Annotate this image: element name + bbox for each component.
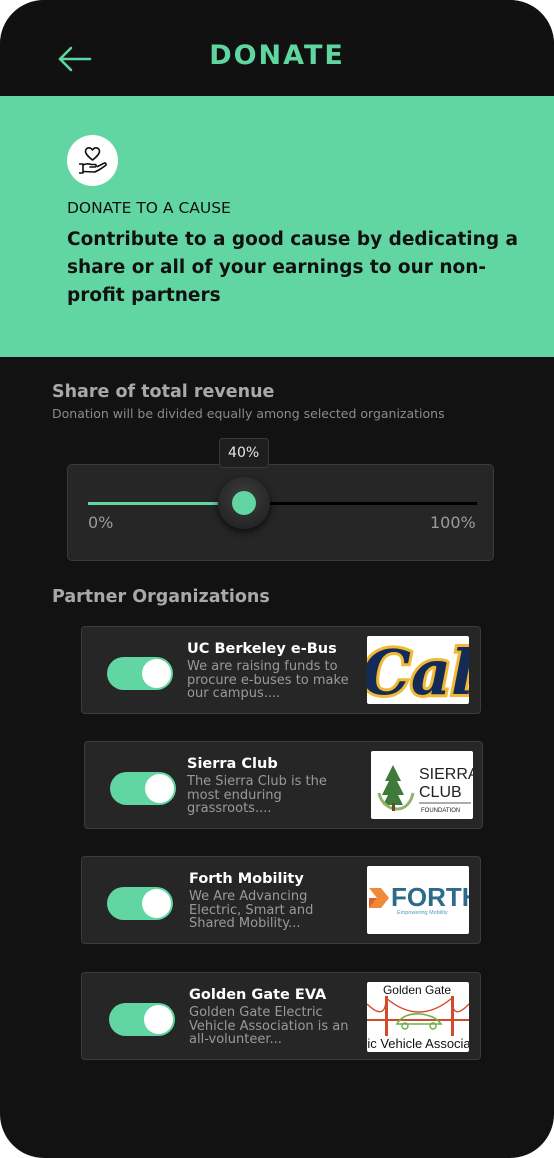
- partner-toggle[interactable]: [109, 1003, 175, 1036]
- partner-card-sierra-club: Sierra Club The Sierra Club is the most …: [84, 741, 483, 829]
- partner-card-uc-berkeley: UC Berkeley e-Bus We are raising funds t…: [81, 626, 481, 714]
- partner-card-forth-mobility: Forth Mobility We Are Advancing Electric…: [81, 856, 481, 944]
- toggle-knob: [145, 774, 174, 803]
- svg-text:SIERRA: SIERRA: [419, 766, 473, 783]
- slider-thumb[interactable]: [217, 477, 270, 529]
- hero-description: Contribute to a good cause by dedicating…: [67, 229, 518, 306]
- partner-description: We are raising funds to procure e-buses …: [187, 659, 349, 701]
- forth-logo: FORTH Empowering Mobility: [367, 866, 469, 934]
- partner-name: UC Berkeley e-Bus: [187, 641, 337, 657]
- toggle-knob: [142, 659, 171, 688]
- slider-max-label: 100%: [430, 513, 476, 532]
- partner-toggle[interactable]: [107, 887, 173, 920]
- cal-logo: Cal Cal: [367, 636, 469, 704]
- partner-card-golden-gate-eva: Golden Gate EVA Golden Gate Electric Veh…: [81, 972, 481, 1060]
- svg-text:Empowering Mobility: Empowering Mobility: [397, 910, 448, 916]
- toggle-knob: [142, 889, 171, 918]
- partner-name: Golden Gate EVA: [189, 987, 327, 1003]
- partner-toggle[interactable]: [110, 772, 176, 805]
- slider-value-tooltip: 40%: [218, 438, 269, 468]
- top-bar: DONATE: [0, 0, 554, 96]
- svg-text:ric Vehicle Associa: ric Vehicle Associa: [367, 1036, 469, 1051]
- svg-text:Cal: Cal: [367, 636, 469, 704]
- share-section-title: Share of total revenue: [52, 382, 275, 402]
- slider-min-label: 0%: [88, 513, 114, 532]
- golden-gate-eva-logo: Golden Gate ric Vehicle Associa: [367, 982, 469, 1052]
- sierra-club-logo: SIERRA CLUB FOUNDATION: [371, 751, 473, 819]
- partner-toggle[interactable]: [107, 657, 173, 690]
- slider-thumb-dot: [231, 491, 256, 515]
- toggle-knob: [144, 1005, 173, 1034]
- partner-description: The Sierra Club is the most enduring gra…: [187, 774, 327, 816]
- share-section-subtitle: Donation will be divided equally among s…: [52, 406, 445, 421]
- page-title: DONATE: [209, 40, 345, 71]
- partner-name: Forth Mobility: [189, 871, 304, 887]
- partner-description: Golden Gate Electric Vehicle Association…: [189, 1005, 349, 1047]
- hand-heart-icon: [67, 135, 118, 186]
- partners-section-title: Partner Organizations: [52, 587, 270, 607]
- svg-text:FOUNDATION: FOUNDATION: [421, 808, 460, 814]
- svg-text:CLUB: CLUB: [419, 784, 462, 801]
- partner-name: Sierra Club: [187, 756, 278, 772]
- partner-description: We Are Advancing Electric, Smart and Sha…: [189, 889, 314, 931]
- svg-text:FORTH: FORTH: [391, 882, 469, 912]
- phone-screen: DONATE DONATE TO A CAUSE Contribute to a…: [0, 0, 554, 1158]
- hero-kicker: DONATE TO A CAUSE: [67, 199, 231, 217]
- svg-text:Golden Gate: Golden Gate: [383, 983, 451, 997]
